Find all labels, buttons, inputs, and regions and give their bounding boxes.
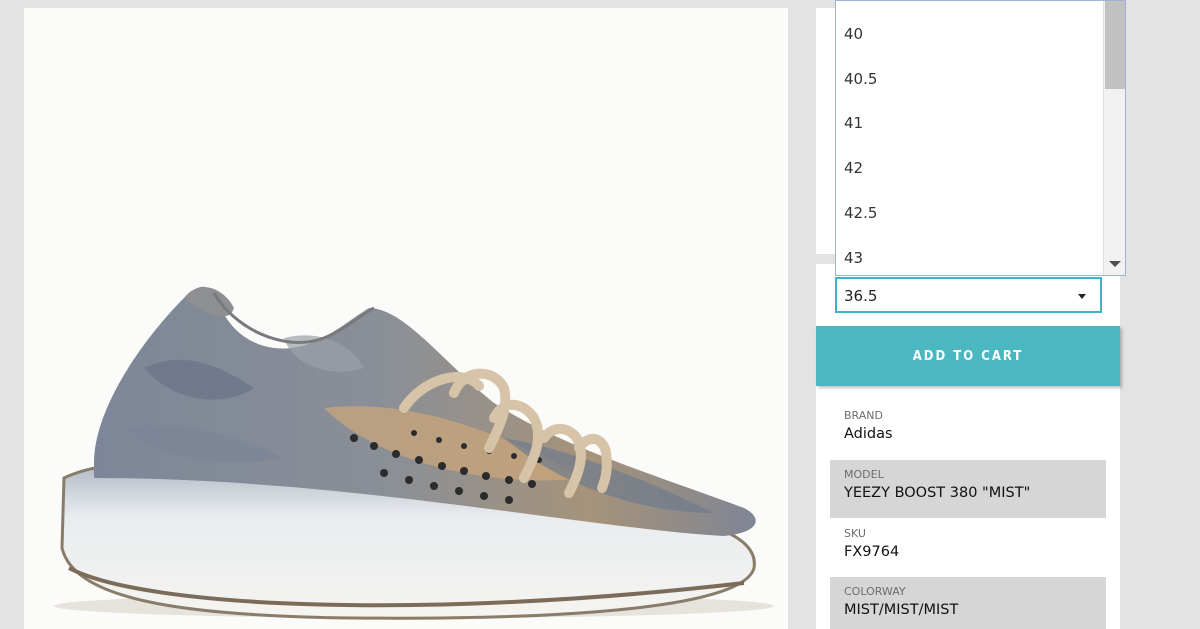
detail-sku: SKU FX9764 xyxy=(830,519,1106,577)
size-option[interactable]: 39 xyxy=(836,1,1103,12)
size-option[interactable]: 41 xyxy=(836,101,1103,146)
scrollbar-thumb[interactable] xyxy=(1105,1,1125,89)
detail-value: Adidas xyxy=(844,426,893,442)
detail-label: SKU xyxy=(844,527,866,540)
detail-label: COLORWAY xyxy=(844,585,906,598)
detail-label: MODEL xyxy=(844,468,884,481)
sneaker-image xyxy=(54,286,774,620)
size-select[interactable]: 36.5 xyxy=(835,277,1102,313)
detail-model: MODEL YEEZY BOOST 380 "MIST" xyxy=(830,460,1106,518)
detail-value: YEEZY BOOST 380 "MIST" xyxy=(844,485,1031,501)
size-option[interactable]: 40 xyxy=(836,12,1103,57)
dropdown-scrollbar[interactable] xyxy=(1103,1,1125,275)
size-option[interactable]: 42 xyxy=(836,146,1103,191)
size-option[interactable]: 40.5 xyxy=(836,57,1103,102)
size-dropdown-list[interactable]: 39 40 40.5 41 42 42.5 43 xyxy=(835,0,1126,276)
size-select-value: 36.5 xyxy=(844,287,878,305)
detail-colorway: COLORWAY MIST/MIST/MIST xyxy=(830,577,1106,629)
detail-value: FX9764 xyxy=(844,544,900,560)
size-option[interactable]: 42.5 xyxy=(836,191,1103,236)
size-option[interactable]: 43 xyxy=(836,236,1103,275)
detail-label: BRAND xyxy=(844,409,883,422)
caret-down-icon xyxy=(1078,294,1086,299)
detail-brand: BRAND Adidas xyxy=(830,401,1106,459)
add-to-cart-button[interactable]: ADD TO CART xyxy=(816,326,1120,386)
size-options: 39 40 40.5 41 42 42.5 43 xyxy=(836,1,1103,275)
scroll-down-arrow-icon[interactable] xyxy=(1109,261,1121,267)
detail-value: MIST/MIST/MIST xyxy=(844,602,959,618)
product-image xyxy=(24,8,788,629)
